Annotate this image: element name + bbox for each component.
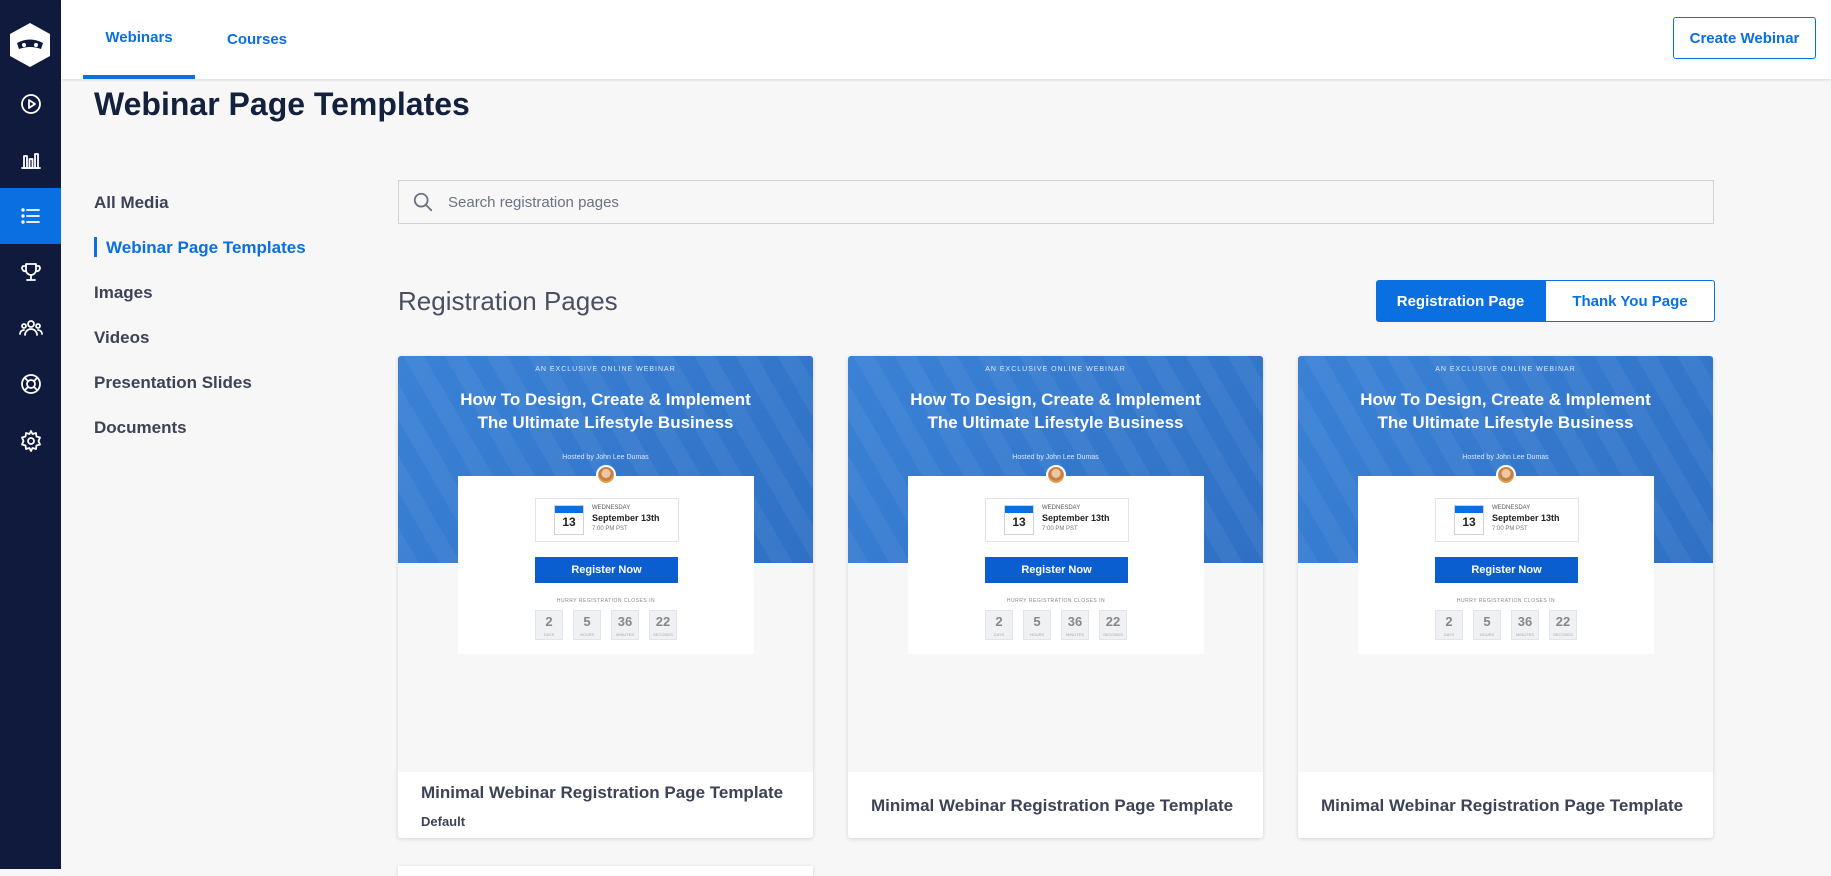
page-title: Webinar Page Templates — [94, 86, 470, 122]
avatar — [1046, 465, 1066, 485]
subnav-item-presentation-slides[interactable]: Presentation Slides — [94, 360, 306, 405]
rail-webinars-nav[interactable] — [0, 76, 61, 132]
create-webinar-button[interactable]: Create Webinar — [1673, 17, 1816, 59]
template-card-partial[interactable] — [398, 866, 813, 876]
bar-chart-icon — [20, 153, 41, 169]
rail-support-nav[interactable] — [0, 356, 61, 412]
thumb-host: Hosted by John Lee Dumas — [562, 454, 649, 461]
tab-webinars[interactable]: Webinars — [83, 0, 195, 79]
subnav-item-all-media[interactable]: All Media — [94, 180, 306, 225]
registration-page-toggle[interactable]: Registration Page — [1376, 280, 1545, 322]
template-thumbnail: AN EXCLUSIVE ONLINE WEBINAR How To Desig… — [398, 356, 813, 772]
default-label: Default — [421, 814, 466, 829]
rail-settings-nav[interactable] — [0, 413, 61, 469]
subnav-item-images[interactable]: Images — [94, 270, 306, 315]
section-title: Registration Pages — [398, 286, 618, 316]
gear-icon — [20, 430, 41, 452]
thumb-register-button: Register Now — [535, 557, 678, 583]
top-bar: Webinars Courses Create Webinar — [61, 0, 1831, 79]
countdown-box: 36 MINUTES — [611, 610, 639, 640]
users-icon — [18, 320, 43, 336]
search-icon — [413, 192, 433, 212]
tab-courses[interactable]: Courses — [206, 0, 308, 79]
logo-icon[interactable] — [8, 22, 52, 68]
template-card[interactable]: AN EXCLUSIVE ONLINE WEBINAR How To Desig… — [848, 356, 1263, 838]
thumb-date: 13 WEDNESDAY September 13th 7:00 PM PST — [535, 498, 679, 542]
page-type-toggle: Registration Page Thank You Page — [1376, 280, 1715, 322]
template-thumbnail: AN EXCLUSIVE ONLINE WEBINAR How To Desig… — [848, 356, 1263, 772]
template-card[interactable]: AN EXCLUSIVE ONLINE WEBINAR How To Desig… — [398, 356, 813, 838]
avatar — [596, 465, 616, 485]
template-title: Minimal Webinar Registration Page Templa… — [871, 796, 1234, 815]
subnav-item-documents[interactable]: Documents — [94, 405, 306, 450]
rail-analytics-nav[interactable] — [0, 132, 61, 188]
rail-attendees-nav[interactable] — [0, 300, 61, 356]
rail-rewards-nav[interactable] — [0, 244, 61, 300]
template-thumbnail: AN EXCLUSIVE ONLINE WEBINAR How To Desig… — [1298, 356, 1713, 772]
search-box[interactable] — [398, 180, 1714, 224]
thumb-headline: How To Design, Create & Implement The Ult… — [460, 390, 751, 432]
rail-media-nav[interactable] — [0, 188, 61, 244]
play-circle-icon — [20, 94, 41, 114]
template-title: Minimal Webinar Registration Page Templa… — [1321, 796, 1684, 815]
template-title: Minimal Webinar Registration Page Templa… — [421, 783, 784, 802]
countdown-box: 5 HOURS — [573, 610, 601, 640]
subnav-item-webinar-page-templates[interactable]: Webinar Page Templates — [94, 225, 306, 270]
avatar — [1496, 465, 1516, 485]
subnav-item-videos[interactable]: Videos — [94, 315, 306, 360]
countdown-box: 22 SECONDS — [649, 610, 677, 640]
lifebuoy-icon — [20, 374, 41, 394]
countdown-box: 2 DAYS — [535, 610, 563, 640]
search-input[interactable] — [446, 192, 1650, 212]
left-rail — [0, 0, 61, 869]
thumb-kicker: AN EXCLUSIVE ONLINE WEBINAR — [535, 366, 676, 373]
media-subnav: All Media Webinar Page Templates Images … — [94, 180, 306, 450]
thank-you-page-toggle[interactable]: Thank You Page — [1545, 280, 1715, 322]
trophy-icon — [20, 263, 41, 281]
list-icon — [20, 208, 40, 224]
template-card[interactable]: AN EXCLUSIVE ONLINE WEBINAR How To Desig… — [1298, 356, 1713, 838]
